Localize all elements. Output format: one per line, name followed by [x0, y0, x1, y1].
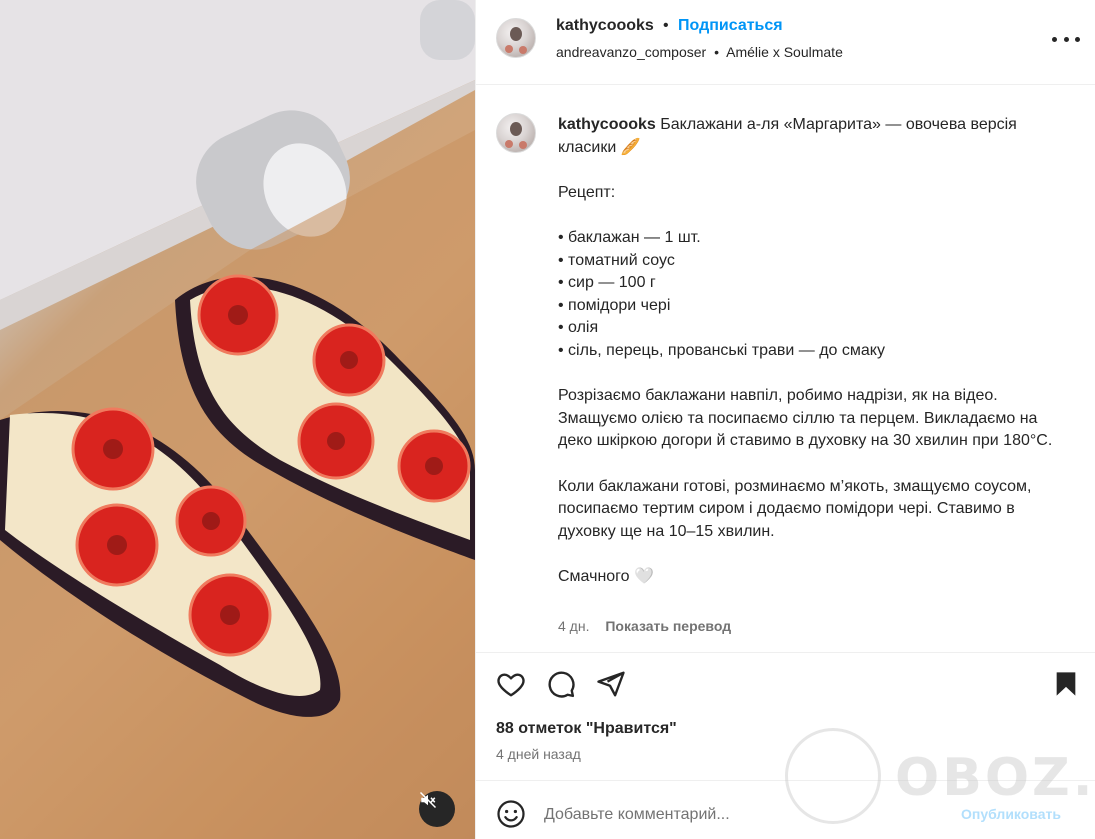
- comment-input[interactable]: [544, 800, 944, 830]
- recipe-heading: Рецепт:: [558, 183, 616, 201]
- divider: [476, 652, 1095, 653]
- speaker-muted-icon: [419, 791, 437, 809]
- ingredient-item: • сіль, перець, прованські трави — до см…: [558, 341, 885, 359]
- recipe-step-2: Коли баклажани готові, розминаємо м’якот…: [558, 477, 1032, 540]
- publish-comment-button[interactable]: Опубликовать: [961, 806, 1061, 822]
- caption-author-avatar[interactable]: [496, 113, 536, 153]
- recipe-step-1: Розрізаємо баклажани навпіл, робимо надр…: [558, 387, 1053, 450]
- post-details-panel: kathycoooks • Подписаться andreavanzo_co…: [475, 0, 1095, 839]
- share-button[interactable]: [596, 669, 626, 704]
- ingredient-item: • баклажан — 1 шт.: [558, 228, 701, 246]
- post-timestamp[interactable]: 4 дней назад: [496, 746, 581, 762]
- mute-toggle-button[interactable]: [419, 791, 455, 827]
- ingredient-item: • олія: [558, 319, 599, 337]
- like-button[interactable]: [496, 669, 526, 704]
- paper-plane-icon: [597, 671, 625, 697]
- audio-artist[interactable]: andreavanzo_composer: [556, 44, 706, 60]
- post-media-video[interactable]: [0, 0, 475, 839]
- divider: [476, 780, 1095, 781]
- likes-count[interactable]: 88 отметок "Нравится": [496, 720, 677, 738]
- bookmark-filled-icon: [1056, 672, 1076, 696]
- caption-age: 4 дн.: [558, 618, 590, 634]
- more-options-icon[interactable]: [1052, 29, 1080, 49]
- audio-separator: •: [714, 44, 720, 60]
- audio-attribution[interactable]: andreavanzo_composer • Amélie x Soulmate: [556, 44, 843, 60]
- comment-button[interactable]: [546, 669, 576, 704]
- ingredient-item: • помідори чері: [558, 296, 671, 314]
- author-avatar[interactable]: [496, 18, 536, 58]
- audio-track[interactable]: Amélie x Soulmate: [726, 44, 843, 60]
- video-frame: [0, 0, 475, 839]
- action-bar: [476, 665, 1095, 705]
- heart-icon: [497, 673, 525, 697]
- post-caption: kathycoooks Баклажани а-ля «Маргарита» —…: [558, 114, 1073, 588]
- caption-closing: Смачного 🤍: [558, 567, 654, 585]
- emoji-picker-button[interactable]: [496, 799, 526, 834]
- author-username-link[interactable]: kathycoooks: [556, 17, 654, 35]
- show-translation-button[interactable]: Показать перевод: [605, 618, 731, 634]
- caption-username-link[interactable]: kathycoooks: [558, 116, 656, 133]
- ingredient-item: • сир — 100 г: [558, 274, 656, 292]
- smiley-icon: [497, 800, 525, 828]
- header-separator: •: [663, 17, 669, 34]
- comment-icon: [548, 671, 575, 698]
- post-header: kathycoooks • Подписаться andreavanzo_co…: [476, 0, 1095, 85]
- follow-button[interactable]: Подписаться: [678, 17, 783, 35]
- ingredient-item: • томатний соус: [558, 251, 675, 269]
- caption-meta: 4 дн. Показать перевод: [558, 618, 731, 634]
- save-button[interactable]: [1052, 669, 1080, 704]
